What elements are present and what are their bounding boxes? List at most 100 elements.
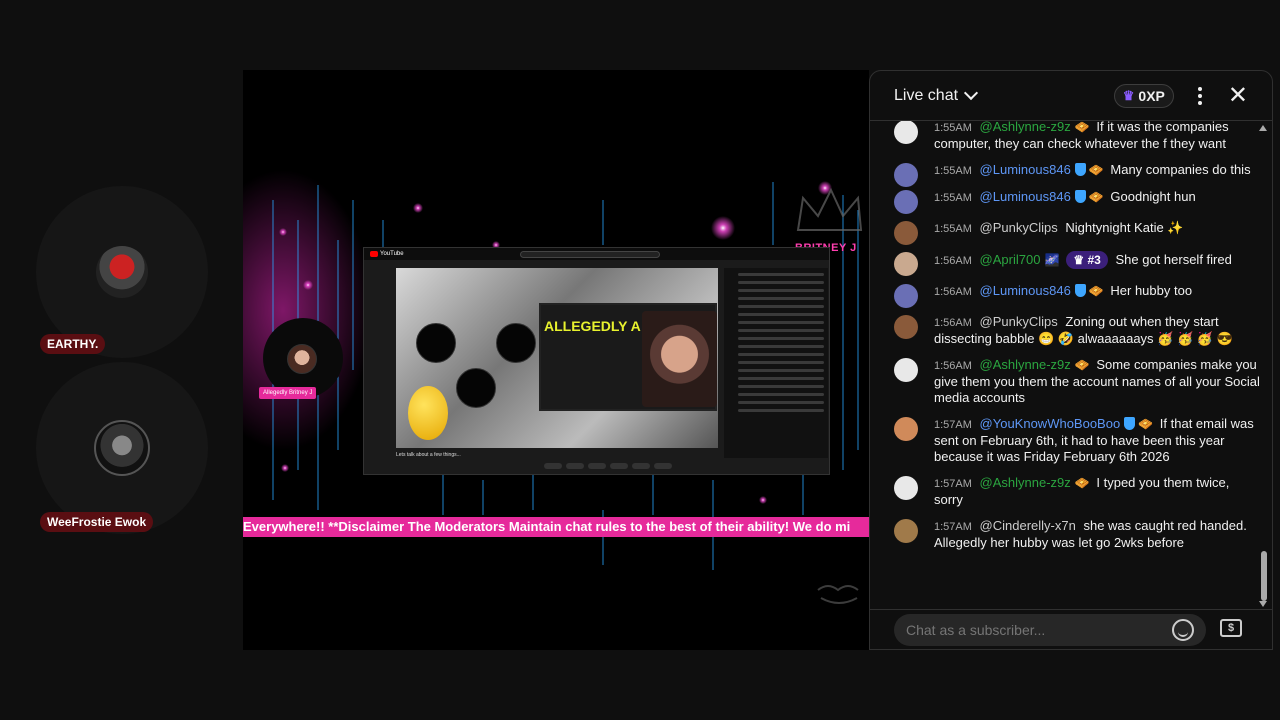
shared-screen: YouTube ALLEGEDLY A GRIFTER. Lets talk a… xyxy=(363,247,830,475)
message-author[interactable]: @PunkyClips xyxy=(980,314,1058,329)
inner-search-bar xyxy=(519,250,660,258)
chat-message: 1:56AM @Ashlynne-z9z 🧇 Some companies mak… xyxy=(894,357,1260,406)
member-badge-icon: 🌌 xyxy=(1044,253,1060,267)
live-chat-panel: Live chat ♛ 0XP ✕ 1:55AM @Ashlynne-z9z 🧇 … xyxy=(869,70,1273,650)
chat-header: Live chat ♛ 0XP ✕ xyxy=(870,71,1272,121)
avatar xyxy=(894,519,918,543)
avatar xyxy=(894,284,918,308)
guest-frame xyxy=(263,318,343,398)
message-author[interactable]: @Luminous846 xyxy=(980,162,1071,177)
chat-messages[interactable]: 1:55AM @Ashlynne-z9z 🧇 If it was the comp… xyxy=(870,121,1260,611)
avatar xyxy=(94,420,150,476)
chat-message: 1:56AM @April700 🌌 ♛ #3 She got herself fi… xyxy=(894,251,1260,276)
super-chat-icon[interactable]: $ xyxy=(1220,619,1242,637)
message-author[interactable]: @Luminous846 xyxy=(980,189,1071,204)
message-author[interactable]: @Luminous846 xyxy=(980,283,1071,298)
message-author[interactable]: @April700 xyxy=(980,252,1041,267)
chat-input-row: $ xyxy=(870,609,1272,649)
member-badge-icon: 🧇 xyxy=(1088,190,1104,204)
thumbnail-allegedly: ALLEGEDLY A GRIFTER. xyxy=(539,303,717,411)
stream-video[interactable]: Allegedly Britney J BRITNEY J YouTube AL… xyxy=(243,70,869,650)
message-time: 1:57AM xyxy=(934,419,972,431)
avatar xyxy=(894,221,918,245)
youtube-logo-icon: YouTube xyxy=(370,251,404,257)
participant-weefrostie[interactable]: WeeFrostie Ewok xyxy=(36,362,208,534)
inner-action-buttons xyxy=(544,463,672,469)
member-badge-icon: 🧇 xyxy=(1074,121,1090,134)
chat-message: 1:55AM @Ashlynne-z9z 🧇 If it was the comp… xyxy=(894,121,1260,152)
message-text: Many companies do this xyxy=(1110,162,1251,177)
message-text: Goodnight hun xyxy=(1110,189,1196,204)
scroll-up-icon[interactable] xyxy=(1259,125,1267,131)
message-time: 1:55AM xyxy=(934,165,972,177)
close-icon[interactable]: ✕ xyxy=(1228,83,1248,107)
avatar xyxy=(894,190,918,214)
crown-icon: ♛ xyxy=(1122,87,1135,103)
message-author[interactable]: @YouKnowWhoBooBoo xyxy=(980,416,1121,431)
thumbnail-portrait xyxy=(642,311,717,407)
inner-caption: Lets talk about a few things... xyxy=(396,452,461,458)
message-time: 1:57AM xyxy=(934,521,972,533)
scrollbar-thumb[interactable] xyxy=(1261,551,1267,601)
emoji-icon[interactable] xyxy=(1172,619,1194,641)
avatar xyxy=(894,358,918,382)
message-author[interactable]: @Ashlynne-z9z xyxy=(980,475,1071,490)
chat-title[interactable]: Live chat xyxy=(894,87,958,105)
chat-message: 1:57AM @Ashlynne-z9z 🧇 I typed you them t… xyxy=(894,475,1260,508)
chevron-down-icon[interactable] xyxy=(963,85,979,101)
avatar xyxy=(894,315,918,339)
message-author[interactable]: @Ashlynne-z9z xyxy=(980,121,1071,134)
lemon-image xyxy=(408,386,448,440)
inner-avatar xyxy=(496,323,536,363)
avatar xyxy=(287,344,317,374)
avatar xyxy=(96,246,148,298)
chat-message: 1:55AM @PunkyClips Nightynight Katie ✨ xyxy=(894,220,1260,245)
avatar xyxy=(894,252,918,276)
avatar xyxy=(894,417,918,441)
chat-input[interactable] xyxy=(894,613,1206,646)
chat-message: 1:55AM @Luminous846 🧇 Many companies do t… xyxy=(894,162,1260,187)
message-text: Zoning out when they start dissecting ba… xyxy=(934,314,1233,346)
message-time: 1:56AM xyxy=(934,286,972,298)
moderator-shield-icon xyxy=(1074,284,1086,297)
xp-value: 0XP xyxy=(1138,87,1165,104)
more-options-icon[interactable] xyxy=(1194,85,1206,107)
member-badge-icon: 🧇 xyxy=(1074,476,1090,490)
guest-name-badge: Allegedly Britney J xyxy=(259,387,317,399)
message-text: She got herself fired xyxy=(1115,252,1232,267)
ticker-banner: Everywhere!! **Disclaimer The Moderators… xyxy=(243,517,869,537)
moderator-shield-icon xyxy=(1124,417,1136,430)
inner-avatar xyxy=(456,368,496,408)
message-text: Nightynight Katie ✨ xyxy=(1065,220,1184,235)
inner-avatar xyxy=(416,323,456,363)
avatar xyxy=(894,121,918,144)
message-author[interactable]: @Cinderelly-x7n xyxy=(980,518,1076,533)
member-badge-icon: 🧇 xyxy=(1088,163,1104,177)
message-time: 1:55AM xyxy=(934,122,972,134)
moderator-shield-icon xyxy=(1074,163,1086,176)
xp-button[interactable]: ♛ 0XP xyxy=(1113,83,1174,108)
chat-message: 1:55AM @Luminous846 🧇 Goodnight hun xyxy=(894,189,1260,214)
chat-message: 1:57AM @YouKnowWhoBooBoo 🧇 If that email … xyxy=(894,416,1260,465)
participant-name: WeeFrostie Ewok xyxy=(40,512,154,532)
inner-chat xyxy=(724,268,828,458)
message-time: 1:57AM xyxy=(934,478,972,490)
avatar xyxy=(894,163,918,187)
message-time: 1:56AM xyxy=(934,317,972,329)
participant-earthy[interactable]: EARTHY. xyxy=(36,186,208,358)
message-text: Her hubby too xyxy=(1110,283,1193,298)
member-badge-icon: 🧇 xyxy=(1088,284,1104,298)
chat-message: 1:57AM @Cinderelly-x7n she was caught re… xyxy=(894,518,1260,551)
chat-scrollbar[interactable] xyxy=(1259,121,1268,611)
message-author[interactable]: @PunkyClips xyxy=(980,220,1058,235)
rank-badge: ♛ #3 xyxy=(1066,251,1108,269)
scroll-down-icon[interactable] xyxy=(1259,601,1267,607)
inner-youtube-bar: YouTube xyxy=(364,248,829,260)
avatar xyxy=(894,476,918,500)
member-badge-icon: 🧇 xyxy=(1074,358,1090,372)
message-time: 1:56AM xyxy=(934,360,972,372)
stream-page: EARTHY. WeeFrostie Ewok Allegedly Britne… xyxy=(0,0,1280,720)
message-author[interactable]: @Ashlynne-z9z xyxy=(980,357,1071,372)
moderator-shield-icon xyxy=(1074,190,1086,203)
member-badge-icon: 🧇 xyxy=(1138,417,1154,431)
